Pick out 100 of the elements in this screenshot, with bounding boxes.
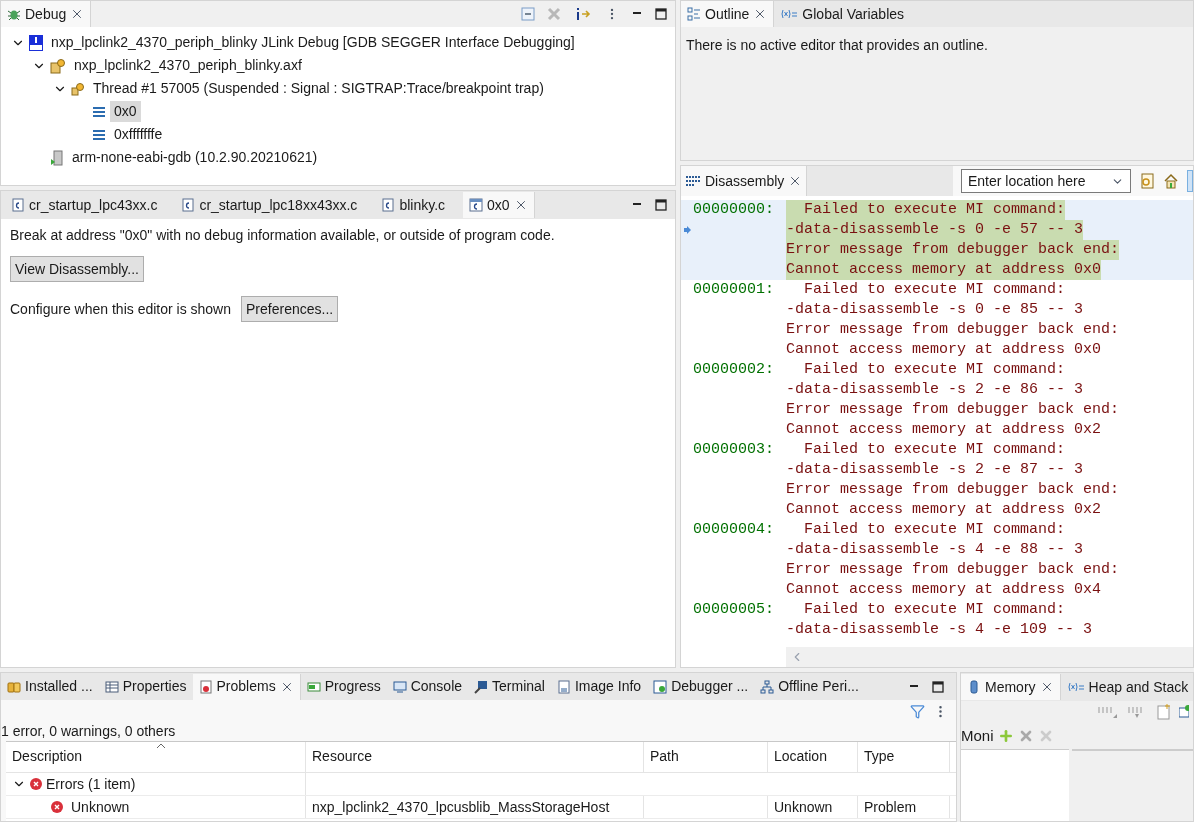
tab-label: Installed ...	[25, 677, 93, 696]
disassembly-line: Failed to execute MI command:	[803, 280, 1066, 300]
tab-label: Heap and Stack	[1088, 677, 1189, 697]
disassembly-line: -data-disassemble -s 4 -e 88 -- 3	[786, 540, 1084, 560]
view-tab[interactable]: cr_startup_lpc43xx.c	[5, 192, 164, 218]
view-tab[interactable]: Global Variables	[774, 1, 911, 27]
file-icon	[11, 198, 25, 212]
disassembly-line: Failed to execute MI command:	[803, 520, 1066, 540]
column-header[interactable]: Description	[6, 742, 306, 772]
view-tab[interactable]: cr_startup_lpc18xx43xx.c	[175, 192, 364, 218]
progress-icon	[306, 679, 321, 694]
tab-label: Debugger ...	[671, 677, 749, 696]
tree-item[interactable]: nxp_lpclink2_4370_periph_blinky JLink Debug [GDB SEGGER Interface Debugging]	[47, 32, 579, 53]
filter-icon[interactable]	[910, 704, 925, 719]
group-label[interactable]: Errors (1 item)	[46, 773, 136, 795]
disassembly-line: Error message from debugger back end:	[786, 560, 1120, 580]
disassembly-line: Cannot access memory at address 0x2	[786, 500, 1102, 520]
collapse-all-icon[interactable]	[521, 7, 535, 21]
problems-summary: 1 error, 0 warnings, 0 others	[1, 722, 177, 741]
variables-icon	[1066, 681, 1085, 693]
disassembly-line: Failed to execute MI command:	[803, 360, 1066, 380]
editor-message: Break at address "0x0" with no debug information available, or outside of program code.	[10, 226, 555, 245]
disassembly-line: -data-disassemble -s 2 -e 87 -- 3	[786, 460, 1084, 480]
tab-label: 0x0	[487, 195, 510, 215]
process-icon	[50, 149, 64, 166]
address-text: 00000002:	[693, 360, 775, 380]
view-tab[interactable]: Memory	[961, 674, 1061, 700]
horizontal-scrollbar[interactable]	[786, 647, 1193, 667]
tree-item[interactable]: 0x0	[110, 101, 141, 122]
view-tab[interactable]: Installed ...	[1, 673, 99, 700]
view-tab[interactable]: Offline Peri...	[754, 673, 865, 700]
table-icon	[104, 679, 119, 694]
view-tab[interactable]: Heap and Stack	[1060, 674, 1193, 700]
tab-label: blinky.c	[399, 195, 446, 215]
view-tab[interactable]: Debugger ...	[647, 673, 755, 700]
instruction-stepping-icon[interactable]	[575, 7, 593, 21]
stack-frame-icon	[92, 105, 106, 118]
disassembly-line: Error message from debugger back end:	[786, 480, 1120, 500]
tree-item[interactable]: nxp_lpclink2_4370_periph_blinky.axf	[70, 55, 306, 76]
disassembly-line: -data-disassemble -s 2 -e 86 -- 3	[786, 380, 1084, 400]
memory-icon	[967, 680, 981, 694]
view-disassembly-button[interactable]: View Disassembly...	[10, 256, 144, 282]
tab-label: Problems	[216, 677, 276, 696]
error-icon	[30, 778, 42, 790]
stack-frame-icon	[92, 128, 106, 141]
disassembly-icon	[685, 175, 701, 187]
disassembly-line: Cannot access memory at address 0x4	[786, 580, 1102, 600]
tab-label: Image Info	[574, 677, 642, 696]
disassembly-line: -data-disassemble -s 0 -e 85 -- 3	[786, 300, 1084, 320]
disassembly-line: Cannot access memory at address 0x2	[786, 420, 1102, 440]
view-tab[interactable]: Terminal	[468, 673, 551, 700]
home-icon[interactable]	[1163, 173, 1179, 189]
window-icon[interactable]	[1179, 705, 1189, 719]
disassembly-line: Error message from debugger back end:	[786, 320, 1120, 340]
view-tab[interactable]: blinky.c	[375, 192, 452, 218]
table-cell-text: Unknown	[774, 797, 833, 817]
jars-icon	[7, 679, 21, 694]
view-tab[interactable]: Disassembly	[681, 166, 808, 196]
maximize-icon[interactable]	[932, 680, 944, 693]
view-tab[interactable]: Image Info	[550, 673, 648, 700]
window-file-icon	[469, 198, 484, 212]
table-cell-text: Problem	[864, 797, 917, 817]
address-text: 00000003:	[693, 440, 775, 460]
column-header[interactable]: Type	[858, 742, 950, 772]
outline-message: There is no active editor that provides an outline.	[685, 36, 989, 55]
tab-label: Properties	[122, 677, 187, 696]
tab-label: Offline Peri...	[778, 677, 859, 696]
table-cell-text: Unknown	[71, 797, 130, 817]
view-tab[interactable]: Console	[386, 673, 469, 700]
hierarchy-icon	[760, 679, 775, 694]
maximize-icon[interactable]	[655, 199, 667, 211]
view-tab[interactable]: Outline	[681, 1, 775, 27]
disassembly-line: -data-disassemble -s 4 -e 109 -- 3	[786, 620, 1093, 640]
view-tab[interactable]: Debug	[1, 1, 92, 27]
view-tab[interactable]: Properties	[98, 673, 193, 700]
sort-caret-icon	[155, 743, 166, 749]
tree-item[interactable]: 0xfffffffe	[110, 124, 167, 145]
tab-label: Console	[410, 677, 463, 696]
monitor-icon	[392, 679, 407, 694]
column-header[interactable]: Location	[768, 742, 858, 772]
location-combo[interactable]: Enter location here	[961, 169, 1131, 193]
preferences-button[interactable]: Preferences...	[241, 296, 339, 322]
view-tab[interactable]: Problems	[192, 673, 301, 700]
tab-label: cr_startup_lpc43xx.c	[29, 195, 158, 215]
column-header[interactable]: Resource	[306, 742, 644, 772]
tab-label: Debug	[25, 4, 67, 24]
table-cell-text: nxp_lpclink2_4370_lpcusblib_MassStorageHost	[312, 797, 610, 817]
tree-item[interactable]: arm-none-eabi-gdb (10.2.90.20210621)	[68, 147, 322, 168]
view-tab[interactable]: Progress	[300, 673, 387, 700]
tab-label: cr_startup_lpc18xx43xx.c	[199, 195, 358, 215]
tab-label: Disassembly	[705, 171, 785, 191]
disassembly-line: Failed to execute MI command:	[803, 440, 1066, 460]
tree-item[interactable]: Thread #1 57005 (Suspended : Signal : SIGTRAP:Trace/breakpoint trap)	[89, 78, 548, 99]
address-text: 00000001:	[693, 280, 775, 300]
column-header[interactable]: Path	[644, 742, 768, 772]
file-icon	[381, 198, 396, 212]
view-tab[interactable]: 0x0	[463, 192, 535, 218]
monitors-label: Moni	[961, 725, 994, 746]
binary-file-icon	[556, 679, 571, 694]
maximize-icon[interactable]	[655, 8, 667, 20]
